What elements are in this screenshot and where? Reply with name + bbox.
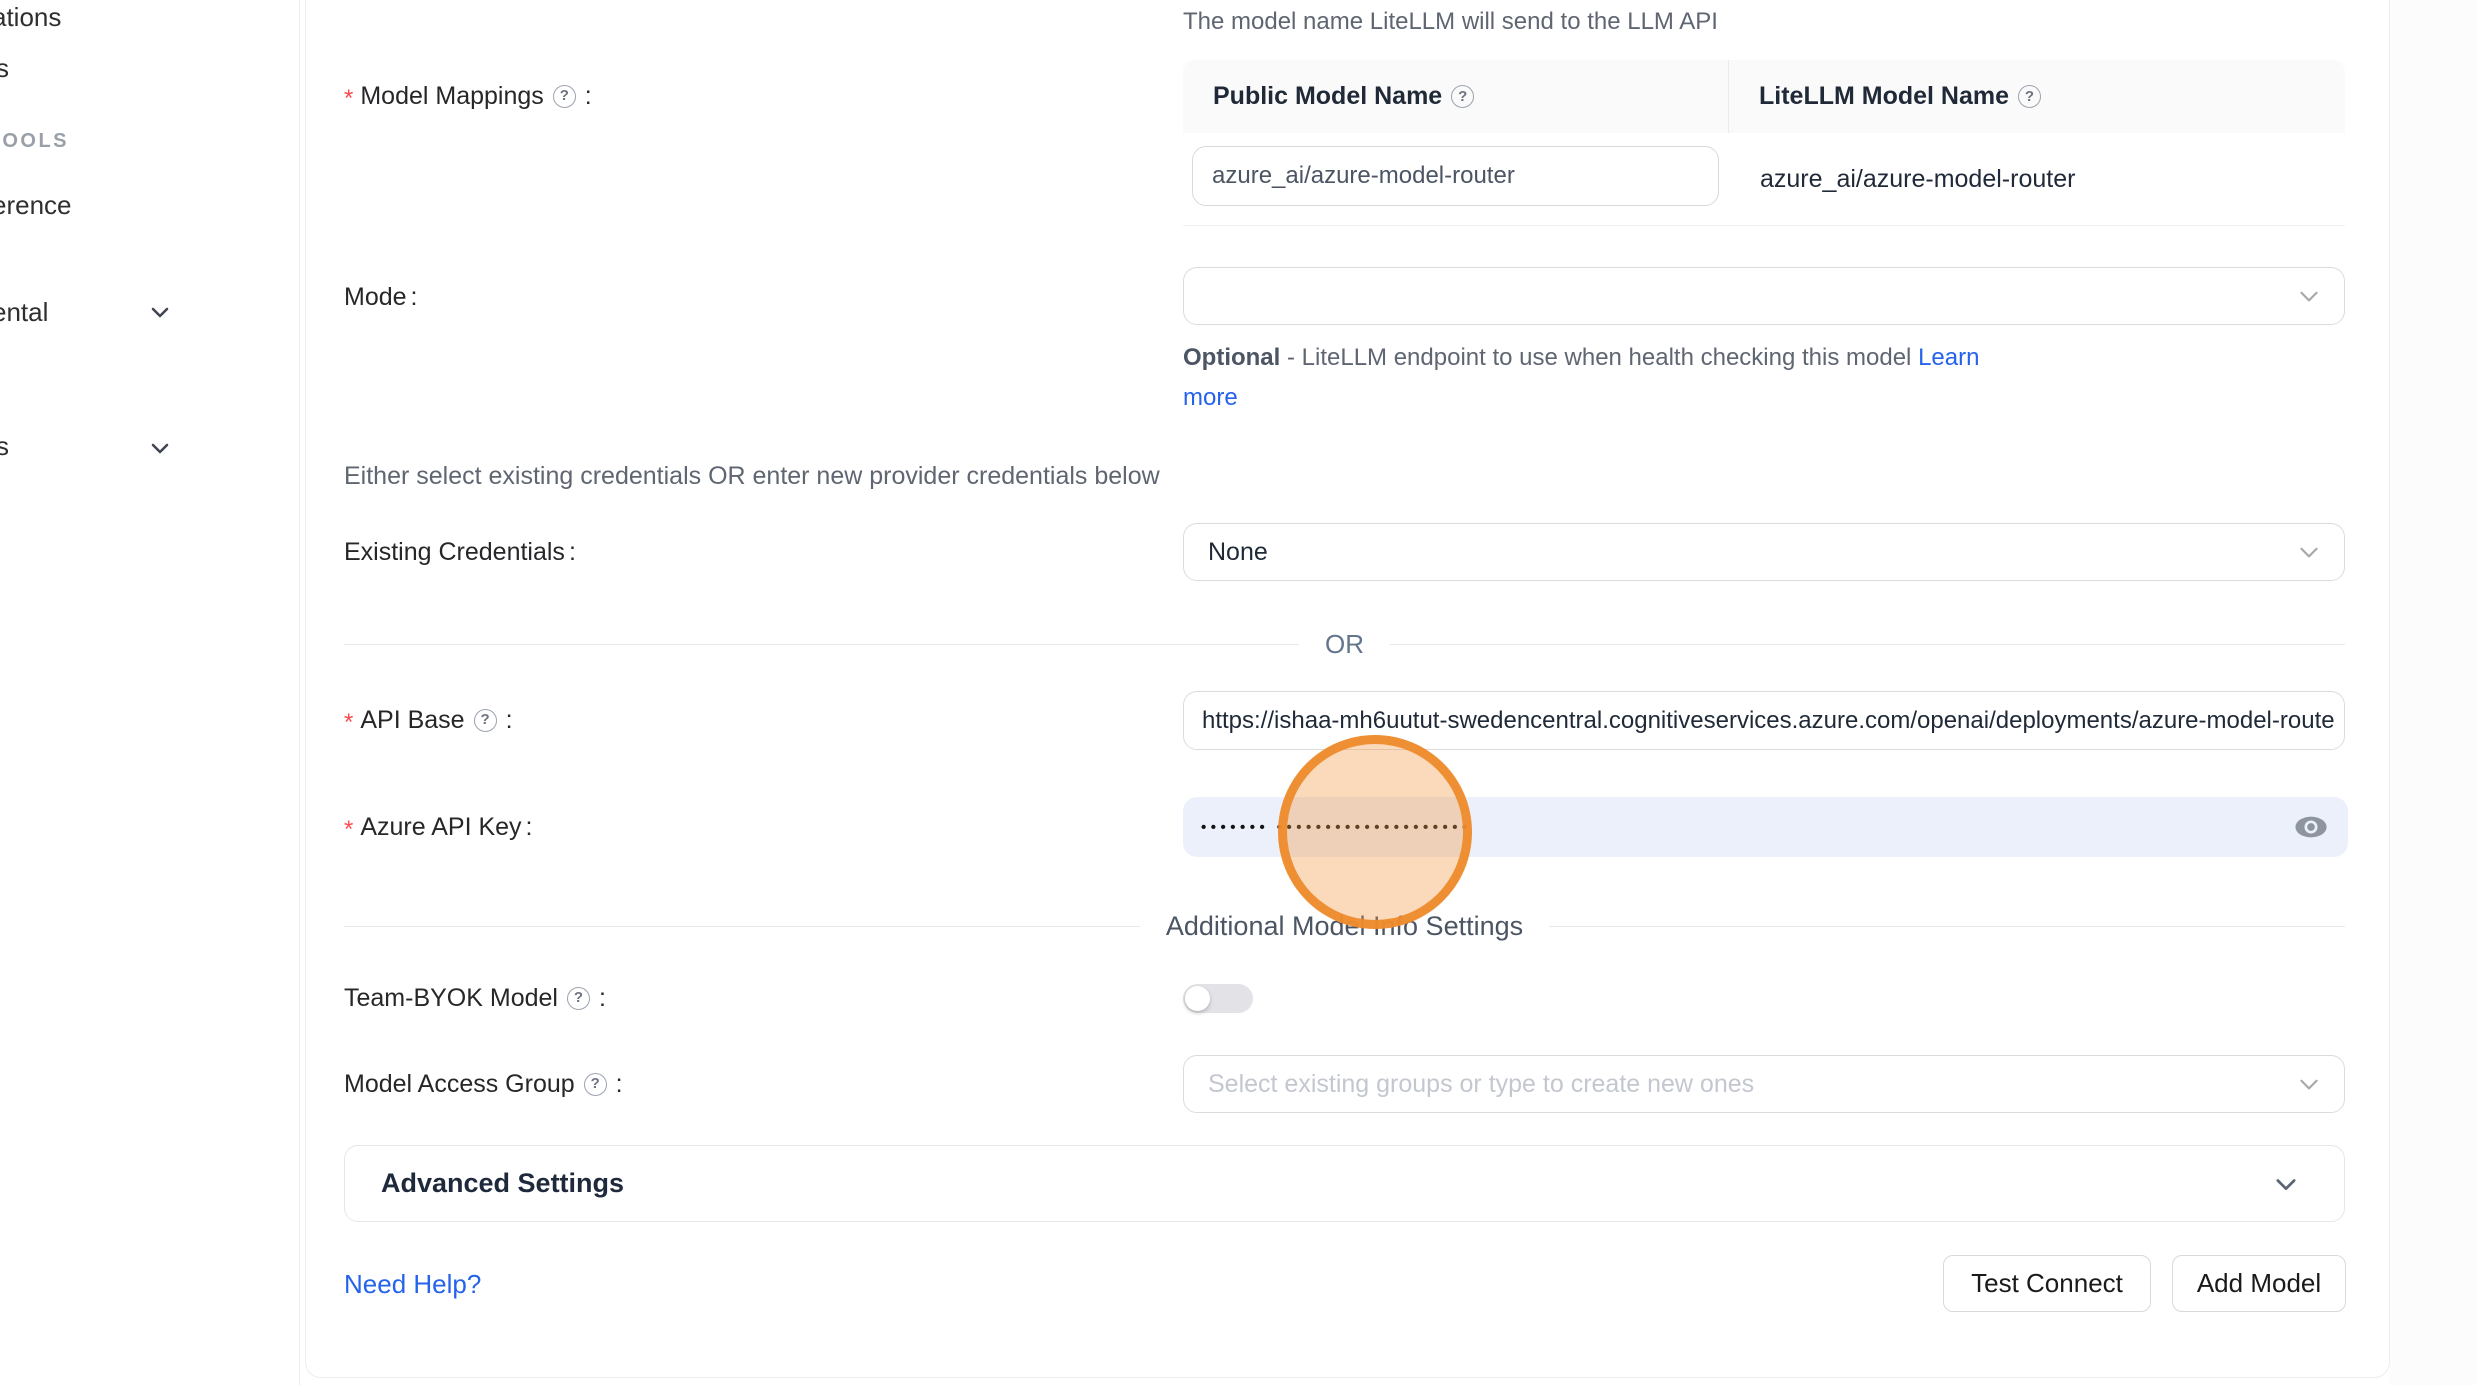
api-base-input[interactable]: https://ishaa-mh6uutut-swedencentral.cog… [1183,691,2345,750]
question-circle-icon[interactable]: ? [584,1073,607,1096]
existing-credentials-label: Existing Credentials : [344,537,576,567]
test-connect-button[interactable]: Test Connect [1943,1255,2151,1312]
toggle-knob [1185,986,1210,1011]
credentials-note: Either select existing credentials OR en… [344,462,1160,491]
public-model-name-header: Public Model Name ? [1183,60,1729,133]
add-model-page: ations s TOOLS erence ental s The model … [0,0,2477,1385]
chevron-down-icon [2272,1170,2300,1198]
select-placeholder: Select existing groups or type to create… [1208,1070,1754,1099]
additional-model-info-divider: Additional Model Info Settings [344,910,2345,942]
model-mappings-label: * Model Mappings ? : [344,81,592,111]
litellm-model-name-value: azure_ai/azure-model-router [1760,133,2075,226]
litellm-model-name-header: LiteLLM Model Name ? [1729,60,2345,133]
or-divider: OR [344,628,2345,660]
question-circle-icon[interactable]: ? [474,709,497,732]
chevron-down-icon [2296,283,2322,309]
model-mappings-table: Public Model Name ? LiteLLM Model Name ?… [1183,60,2345,226]
masked-password-value: ••••••• •••••••••••••••••••• [1201,819,1472,836]
azure-api-key-input[interactable]: ••••••• •••••••••••••••••••• [1183,797,2348,857]
advanced-settings-panel[interactable]: Advanced Settings [344,1145,2345,1222]
question-circle-icon[interactable]: ? [567,987,590,1010]
api-base-label: * API Base ? : [344,705,513,735]
chevron-down-icon [2296,1071,2322,1097]
model-name-description: The model name LiteLLM will send to the … [1183,8,1718,36]
question-circle-icon[interactable]: ? [553,85,576,108]
eye-icon[interactable] [2294,815,2328,839]
question-circle-icon[interactable]: ? [2018,85,2041,108]
azure-api-key-label: * Azure API Key : [344,812,533,842]
advanced-settings-title: Advanced Settings [381,1168,624,1199]
existing-credentials-select[interactable]: None [1183,523,2345,581]
public-model-name-input[interactable]: azure_ai/azure-model-router [1192,146,1719,206]
mode-label: Mode : [344,282,418,312]
need-help-link[interactable]: Need Help? [344,1269,481,1300]
required-marker: * [344,708,353,738]
model-access-group-select[interactable]: Select existing groups or type to create… [1183,1055,2345,1113]
model-access-group-label: Model Access Group ? : [344,1069,623,1099]
required-marker: * [344,84,353,114]
team-byok-toggle[interactable] [1183,984,1253,1013]
mode-select[interactable] [1183,267,2345,325]
mode-help-text: Optional - LiteLLM endpoint to use when … [1183,338,2013,418]
model-mappings-table-row: azure_ai/azure-model-router azure_ai/azu… [1183,133,2345,226]
required-marker: * [344,815,353,845]
question-circle-icon[interactable]: ? [1451,85,1474,108]
add-model-button[interactable]: Add Model [2172,1255,2346,1312]
chevron-down-icon [2296,539,2322,565]
model-mappings-table-header: Public Model Name ? LiteLLM Model Name ? [1183,60,2345,133]
team-byok-label: Team-BYOK Model ? : [344,983,606,1013]
